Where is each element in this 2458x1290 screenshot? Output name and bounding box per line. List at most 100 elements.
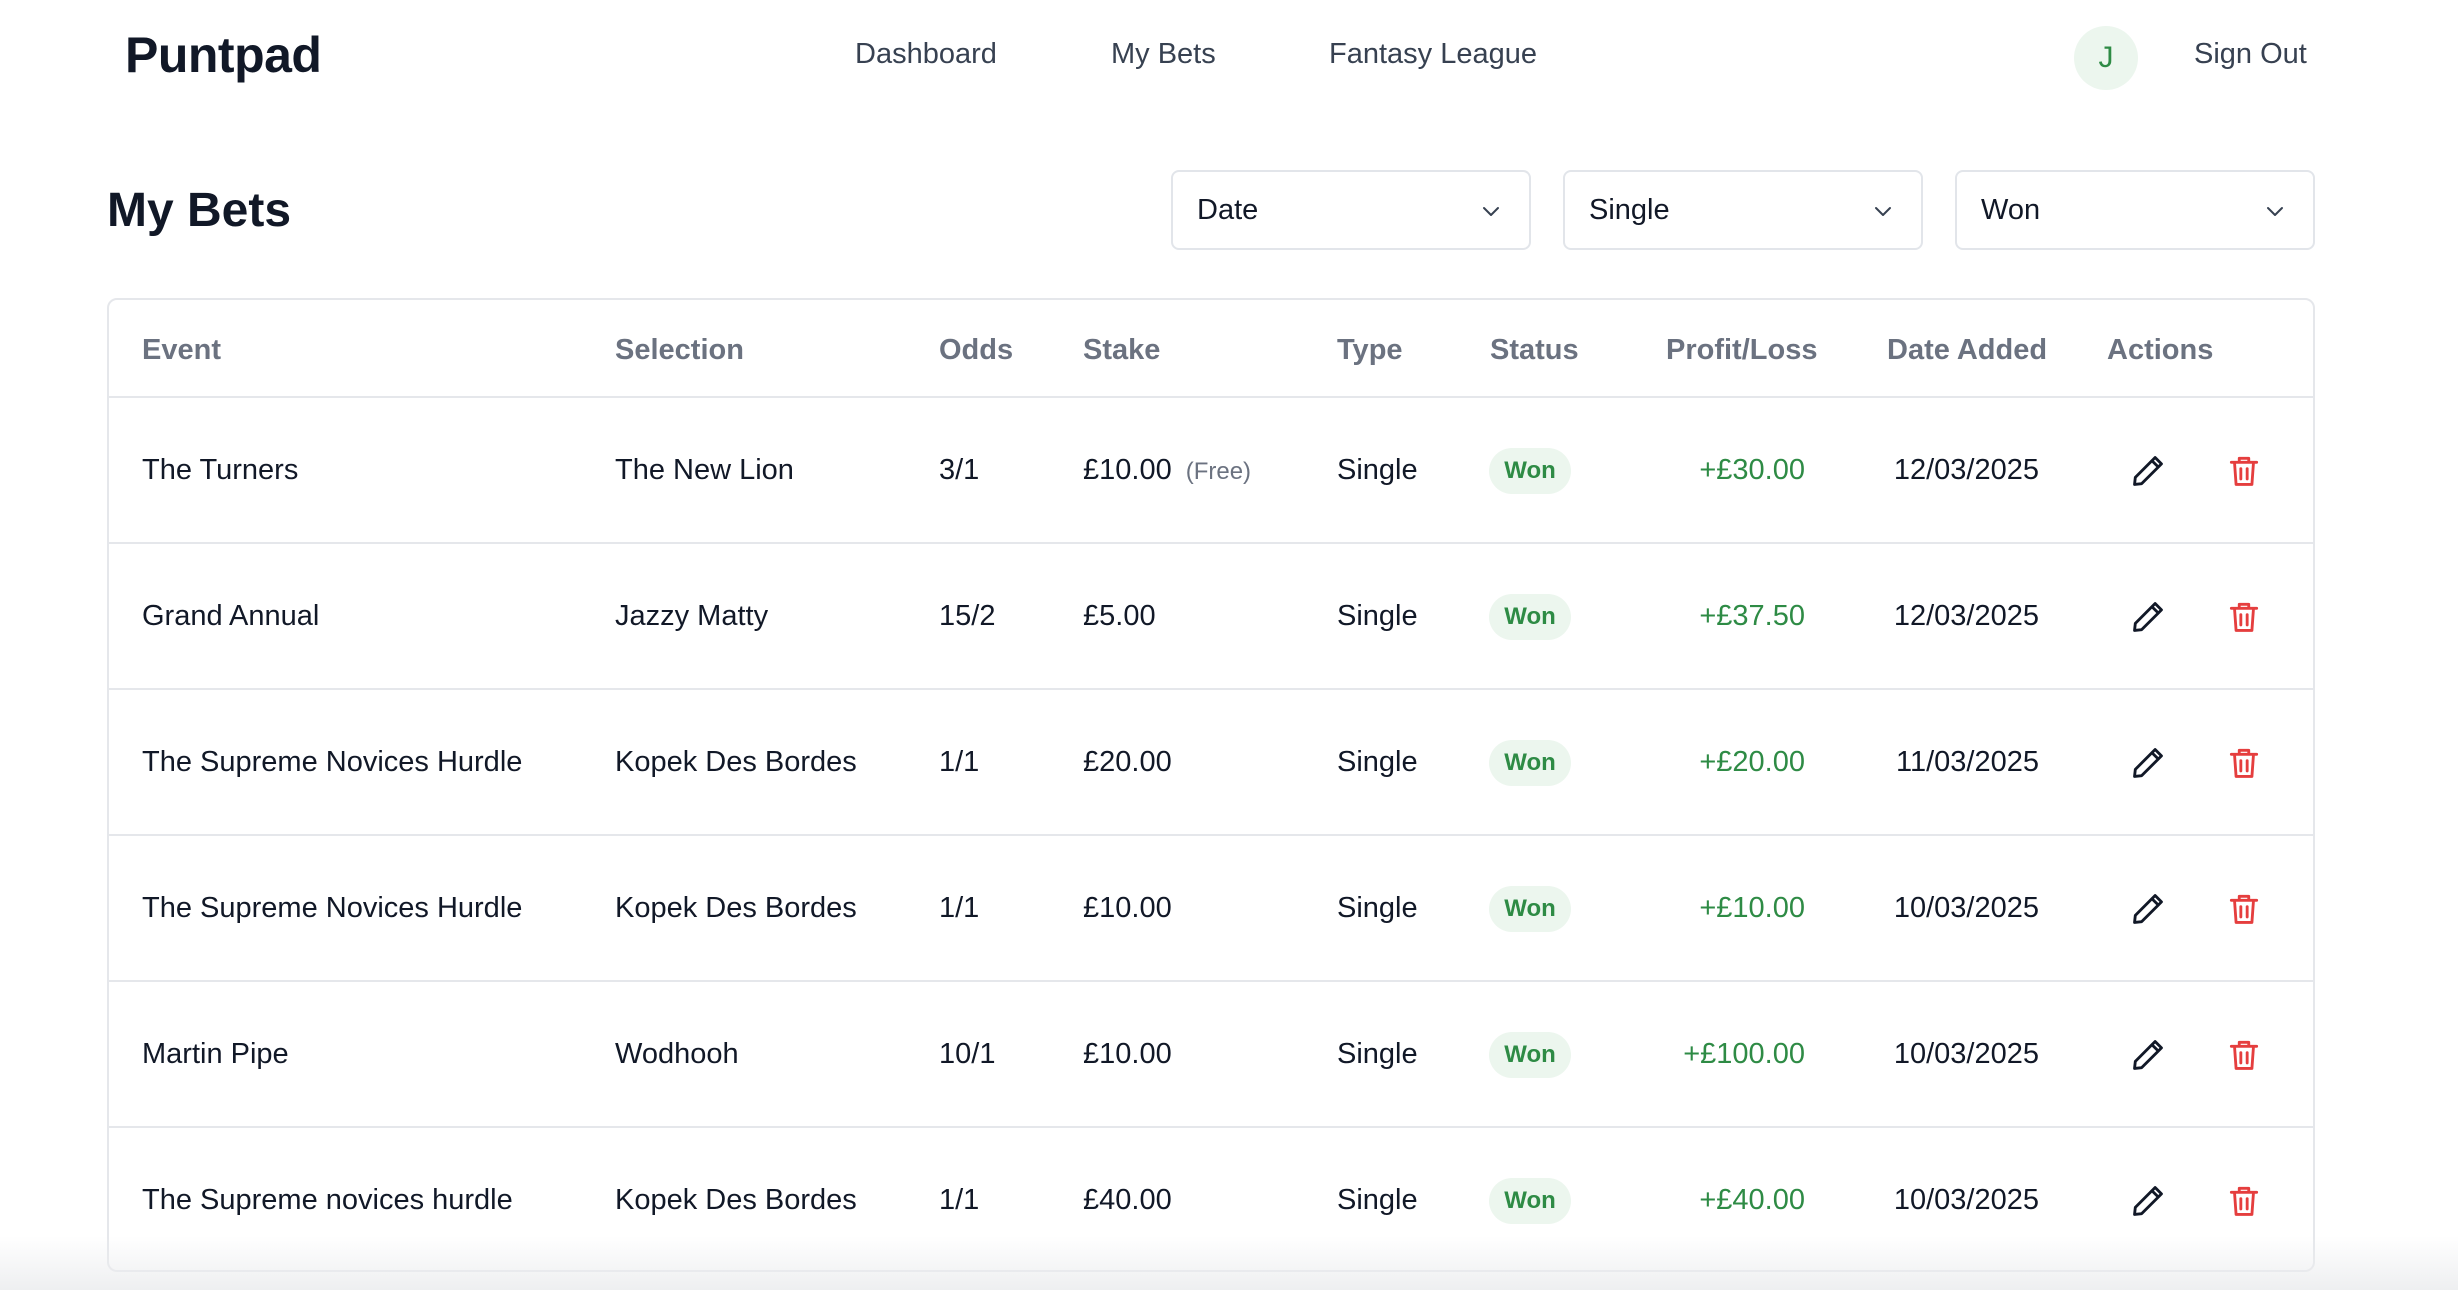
nav-item-dashboard[interactable]: Dashboard — [855, 38, 997, 71]
page-title: My Bets — [107, 184, 292, 237]
status-filter-select[interactable]: Won — [1955, 170, 2315, 250]
bet-profit-loss: +£40.00 — [1699, 1184, 1805, 1216]
status-badge: Won — [1489, 1032, 1571, 1078]
sort-filter-select[interactable]: Date — [1171, 170, 1531, 250]
bet-stake-amount: £40.00 — [1083, 1184, 1172, 1216]
bet-selection: Wodhooh — [615, 1038, 739, 1070]
type-filter-value: Single — [1589, 193, 1670, 226]
bet-type: Single — [1337, 746, 1418, 778]
bet-profit-loss: +£37.50 — [1699, 600, 1805, 632]
table-row: The Supreme novices hurdle Kopek Des Bord… — [109, 1128, 2313, 1270]
chevron-down-icon — [1875, 207, 1891, 216]
status-badge: Won — [1489, 594, 1571, 640]
bet-type: Single — [1337, 1184, 1418, 1216]
bet-stake: £20.00 — [1083, 746, 1172, 779]
bet-profit-loss: +£10.00 — [1699, 892, 1805, 924]
column-header-odds[interactable]: Odds — [939, 334, 1013, 367]
table-row: The Supreme Novices Hurdle Kopek Des Bord… — [109, 690, 2313, 836]
bet-odds: 15/2 — [939, 600, 996, 632]
pencil-icon[interactable] — [2129, 890, 2167, 928]
trash-icon[interactable] — [2225, 744, 2263, 782]
bet-odds: 10/1 — [939, 1038, 996, 1070]
column-header-selection[interactable]: Selection — [615, 334, 744, 367]
bet-stake-amount: £20.00 — [1083, 746, 1172, 778]
bet-date-added: 10/03/2025 — [1893, 1184, 2039, 1216]
table-header: Event Selection Odds Stake Type Status P… — [109, 300, 2313, 398]
bet-date-added: 12/03/2025 — [1893, 454, 2039, 486]
bet-event: The Supreme Novices Hurdle — [142, 746, 523, 778]
bet-type: Single — [1337, 600, 1418, 632]
table-row: The Supreme Novices Hurdle Kopek Des Bord… — [109, 836, 2313, 982]
bet-stake-amount: £10.00 — [1083, 454, 1172, 486]
trash-icon[interactable] — [2225, 890, 2263, 928]
pencil-icon[interactable] — [2129, 744, 2167, 782]
bet-stake-amount: £10.00 — [1083, 892, 1172, 924]
user-avatar[interactable]: J — [2074, 26, 2138, 90]
bet-stake: £10.00 — [1083, 892, 1172, 925]
column-header-status[interactable]: Status — [1490, 334, 1579, 367]
status-badge: Won — [1489, 1178, 1571, 1224]
bet-event: Martin Pipe — [142, 1038, 289, 1070]
bet-date-added: 10/03/2025 — [1893, 1038, 2039, 1070]
trash-icon[interactable] — [2225, 598, 2263, 636]
bet-odds: 3/1 — [939, 454, 980, 486]
trash-icon[interactable] — [2225, 1036, 2263, 1074]
pencil-icon[interactable] — [2129, 1036, 2167, 1074]
column-header-type[interactable]: Type — [1337, 334, 1403, 367]
type-filter-select[interactable]: Single — [1563, 170, 1923, 250]
top-nav-bar: Puntpad Dashboard My Bets Fantasy League… — [0, 0, 2458, 118]
bet-odds: 1/1 — [939, 746, 980, 778]
bet-profit-loss: +£100.00 — [1683, 1038, 1805, 1070]
bet-stake: £5.00 — [1083, 600, 1156, 633]
bet-stake-amount: £5.00 — [1083, 600, 1156, 632]
nav-item-my-bets[interactable]: My Bets — [1111, 38, 1216, 71]
status-badge: Won — [1489, 448, 1571, 494]
bet-selection: Jazzy Matty — [615, 600, 769, 632]
bet-type: Single — [1337, 454, 1418, 486]
bet-date-added: 11/03/2025 — [1896, 746, 2039, 778]
column-header-date-added[interactable]: Date Added — [1887, 334, 2047, 367]
bet-selection: Kopek Des Bordes — [615, 1184, 857, 1216]
table-row: Martin Pipe Wodhooh 10/1 £10.00 Single Won +£1… — [109, 982, 2313, 1128]
bet-selection: Kopek Des Bordes — [615, 746, 857, 778]
status-badge: Won — [1489, 886, 1571, 932]
bet-odds: 1/1 — [939, 892, 980, 924]
status-filter-value: Won — [1981, 193, 2041, 226]
bet-stake: £10.00 (Free) — [1083, 454, 1251, 487]
chevron-down-icon — [1483, 207, 1499, 216]
app-logo[interactable]: Puntpad — [125, 26, 322, 84]
status-badge: Won — [1489, 740, 1571, 786]
chevron-down-icon — [2267, 207, 2283, 216]
nav-item-fantasy-league[interactable]: Fantasy League — [1329, 38, 1537, 71]
pencil-icon[interactable] — [2129, 1182, 2167, 1220]
free-bet-note: (Free) — [1185, 458, 1252, 485]
column-header-stake[interactable]: Stake — [1083, 334, 1160, 367]
bet-stake: £40.00 — [1083, 1184, 1172, 1217]
bet-event: The Supreme novices hurdle — [142, 1184, 513, 1216]
sign-out-link[interactable]: Sign Out — [2194, 38, 2307, 71]
table-row: Grand Annual Jazzy Matty 15/2 £5.00 Single Wo… — [109, 544, 2313, 690]
bet-event: The Supreme Novices Hurdle — [142, 892, 523, 924]
bet-date-added: 12/03/2025 — [1893, 600, 2039, 632]
bets-table: Event Selection Odds Stake Type Status P… — [107, 298, 2315, 1272]
trash-icon[interactable] — [2225, 452, 2263, 490]
bet-selection: The New Lion — [615, 454, 794, 486]
bet-profit-loss: +£30.00 — [1699, 454, 1805, 486]
pencil-icon[interactable] — [2129, 598, 2167, 636]
bet-profit-loss: +£20.00 — [1699, 746, 1805, 778]
column-header-profit-loss[interactable]: Profit/Loss — [1666, 334, 1817, 367]
bet-selection: Kopek Des Bordes — [615, 892, 857, 924]
bet-event: Grand Annual — [142, 600, 320, 632]
bet-date-added: 10/03/2025 — [1893, 892, 2039, 924]
bet-stake-amount: £10.00 — [1083, 1038, 1172, 1070]
column-header-event[interactable]: Event — [142, 334, 221, 367]
bet-type: Single — [1337, 1038, 1418, 1070]
column-header-actions: Actions — [2107, 334, 2214, 366]
pencil-icon[interactable] — [2129, 452, 2167, 490]
bet-odds: 1/1 — [939, 1184, 980, 1216]
bet-event: The Turners — [142, 454, 299, 486]
bet-stake: £10.00 — [1083, 1038, 1172, 1071]
trash-icon[interactable] — [2225, 1182, 2263, 1220]
bet-type: Single — [1337, 892, 1418, 924]
table-row: The Turners The New Lion 3/1 £10.00 (Free) Si… — [109, 398, 2313, 544]
